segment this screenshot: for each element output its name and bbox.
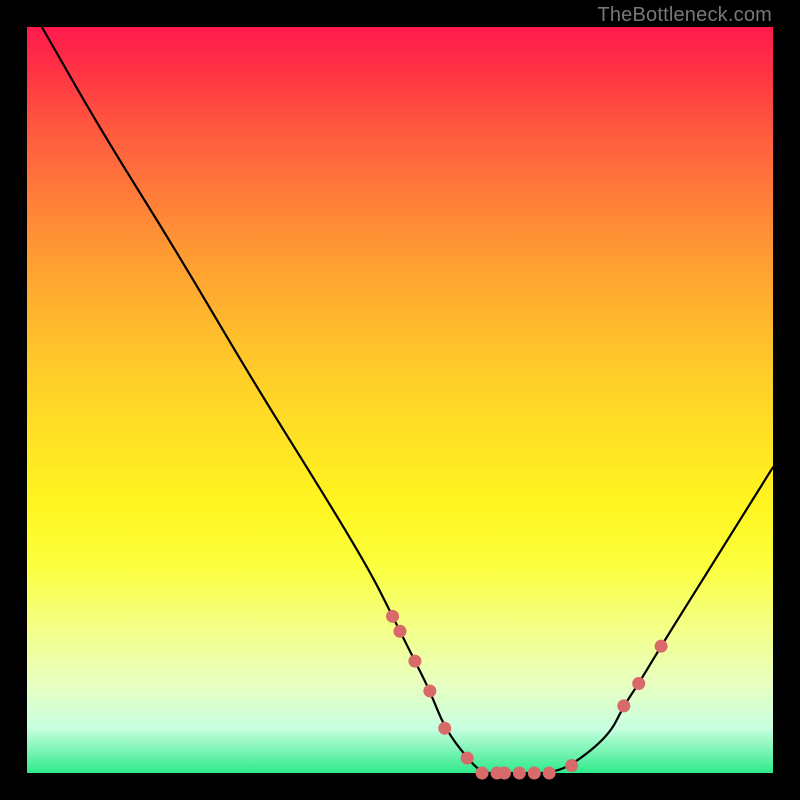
attribution-text: TheBottleneck.com — [597, 4, 772, 27]
marker-dot — [543, 767, 556, 780]
marker-dot — [476, 767, 489, 780]
marker-dot — [528, 767, 541, 780]
marker-dot — [632, 677, 645, 690]
curve-layer — [27, 27, 773, 773]
marker-dot — [438, 722, 451, 735]
data-point-markers — [386, 610, 668, 780]
marker-dot — [408, 655, 421, 668]
chart-frame: TheBottleneck.com — [0, 0, 800, 800]
marker-dot — [617, 699, 630, 712]
marker-dot — [498, 767, 511, 780]
marker-dot — [394, 625, 407, 638]
marker-dot — [513, 767, 526, 780]
marker-dot — [423, 684, 436, 697]
marker-dot — [655, 640, 668, 653]
marker-dot — [386, 610, 399, 623]
marker-dot — [565, 759, 578, 772]
bottleneck-curve — [42, 27, 773, 773]
marker-dot — [461, 752, 474, 765]
